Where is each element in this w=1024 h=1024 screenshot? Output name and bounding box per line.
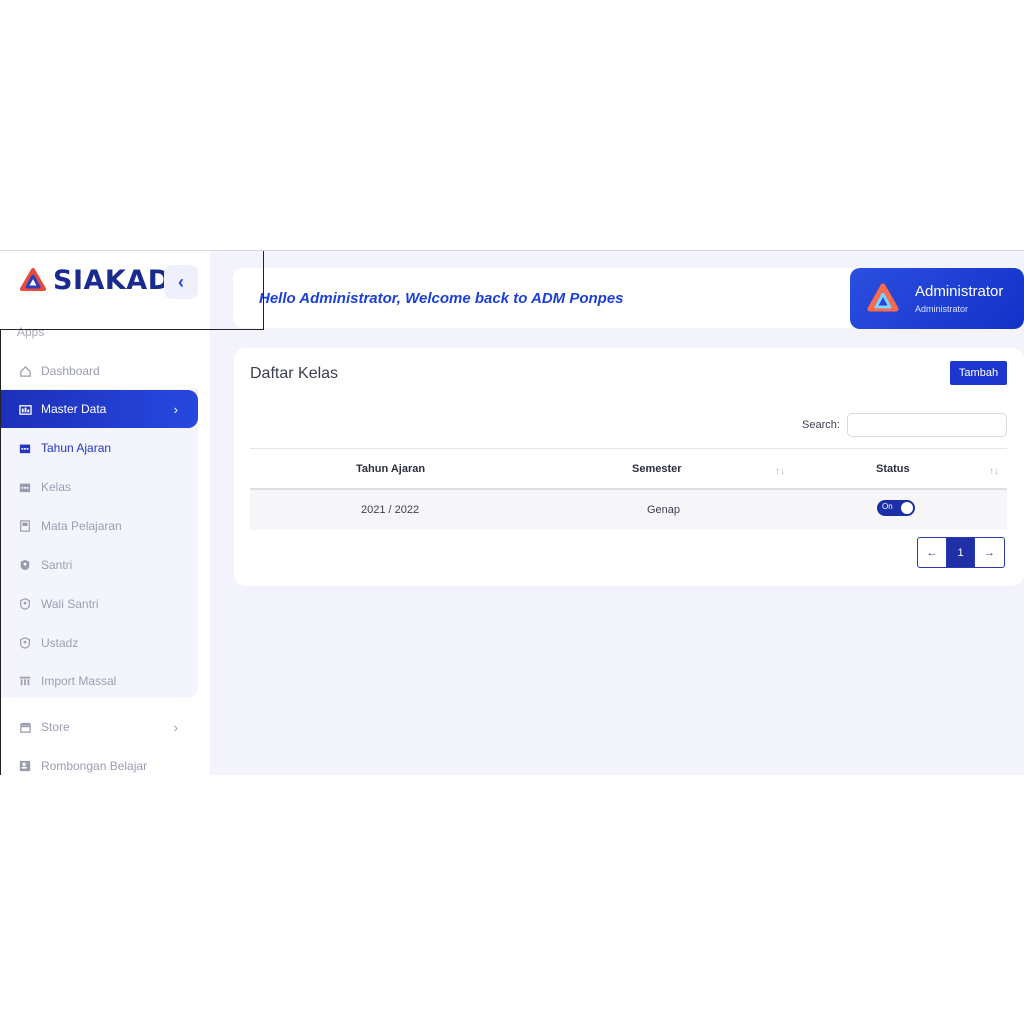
search-input[interactable] xyxy=(847,413,1007,437)
sidebar-item-label: Master Data xyxy=(41,402,107,416)
sidebar-item-label: Ustadz xyxy=(41,636,79,650)
sidebar-item-tahun-ajaran[interactable]: Tahun Ajaran xyxy=(0,429,198,467)
user-role: Administrator xyxy=(915,304,969,314)
chevron-right-icon: › xyxy=(173,719,178,735)
sidebar-item-label: Tahun Ajaran xyxy=(41,441,112,455)
sidebar-item-label: Dashboard xyxy=(41,364,100,378)
page-title: Daftar Kelas xyxy=(250,365,339,382)
sidebar-item-master-data[interactable]: Master Data › xyxy=(0,390,198,428)
table-row: 2021 / 2022 Genap On xyxy=(250,490,1007,530)
chevron-left-icon: ‹ xyxy=(178,271,184,292)
sidebar: SIAKAD ‹ Apps Dashboard Master Data › Ta… xyxy=(0,251,264,775)
contact-card-icon xyxy=(18,759,32,773)
brand-logo[interactable]: SIAKAD xyxy=(19,265,171,296)
column-header-status[interactable]: Status xyxy=(876,463,910,475)
welcome-message: Hello Administrator, Welcome back to ADM… xyxy=(259,290,624,307)
search-label: Search: xyxy=(802,419,840,431)
cell-tahun-ajaran: 2021 / 2022 xyxy=(361,504,420,516)
sidebar-item-import-massal[interactable]: Import Massal xyxy=(0,662,198,700)
status-toggle[interactable]: On xyxy=(877,500,915,516)
sidebar-item-label: Wali Santri xyxy=(41,597,99,611)
column-header-semester[interactable]: Semester xyxy=(632,463,682,475)
sidebar-border xyxy=(0,330,1,775)
cell-semester: Genap xyxy=(647,504,681,516)
classroom-icon xyxy=(18,480,32,494)
column-header-tahun-ajaran[interactable]: Tahun Ajaran xyxy=(356,463,425,475)
sort-icon[interactable]: ↑↓ xyxy=(989,466,999,477)
sidebar-item-label: Mata Pelajaran xyxy=(41,519,122,533)
store-icon xyxy=(18,720,32,734)
daftar-kelas-card: Daftar Kelas Tambah Search: Tahun Ajaran… xyxy=(234,348,1024,586)
user-name: Administrator xyxy=(915,283,1004,300)
toggle-label: On xyxy=(882,502,893,511)
sidebar-item-santri[interactable]: Santri xyxy=(0,546,198,584)
sort-icon[interactable]: ↑↓ xyxy=(775,466,785,477)
sidebar-item-rombongan-belajar[interactable]: Rombongan Belajar xyxy=(0,747,198,775)
shield-icon xyxy=(18,597,32,611)
pagination: ← 1 → xyxy=(917,537,1005,568)
home-icon xyxy=(18,364,32,378)
page-number-button[interactable]: 1 xyxy=(947,537,975,568)
sidebar-item-label: Store xyxy=(41,720,70,734)
avatar xyxy=(867,283,899,312)
shield-icon xyxy=(18,636,32,650)
kelas-table: Tahun Ajaran Semester ↑↓ Status ↑↓ 2021 … xyxy=(250,448,1007,530)
next-page-button[interactable]: → xyxy=(975,537,1005,568)
tambah-button[interactable]: Tambah xyxy=(950,361,1007,385)
table-icon xyxy=(18,674,32,688)
user-profile-card[interactable]: Administrator Administrator xyxy=(850,268,1024,329)
logo-icon xyxy=(20,267,46,291)
brand-name: SIAKAD xyxy=(53,265,171,296)
sidebar-item-dashboard[interactable]: Dashboard xyxy=(0,352,198,390)
sidebar-item-wali-santri[interactable]: Wali Santri xyxy=(0,585,198,623)
sidebar-item-label: Import Massal xyxy=(41,674,117,688)
table-header: Tahun Ajaran Semester ↑↓ Status ↑↓ xyxy=(250,448,1007,490)
sidebar-item-label: Kelas xyxy=(41,480,72,494)
sidebar-collapse-button[interactable]: ‹ xyxy=(164,265,198,299)
toggle-knob xyxy=(901,502,913,514)
prev-page-button[interactable]: ← xyxy=(917,537,947,568)
sidebar-item-kelas[interactable]: Kelas xyxy=(0,468,198,506)
welcome-header: Hello Administrator, Welcome back to ADM… xyxy=(233,268,1024,329)
sidebar-item-label: Santri xyxy=(41,558,73,572)
database-icon xyxy=(18,402,32,416)
app-window: SIAKAD ‹ Apps Dashboard Master Data › Ta… xyxy=(0,250,1024,775)
sidebar-section-label: Apps xyxy=(17,325,45,339)
sidebar-item-ustadz[interactable]: Ustadz xyxy=(0,624,198,662)
sidebar-item-mata-pelajaran[interactable]: Mata Pelajaran xyxy=(0,507,198,545)
calendar-icon xyxy=(18,441,32,455)
sidebar-item-store[interactable]: Store › xyxy=(0,708,198,746)
book-icon xyxy=(18,519,32,533)
chevron-right-icon: › xyxy=(173,401,178,417)
shield-icon xyxy=(18,558,32,572)
sidebar-item-label: Rombongan Belajar xyxy=(41,759,148,773)
